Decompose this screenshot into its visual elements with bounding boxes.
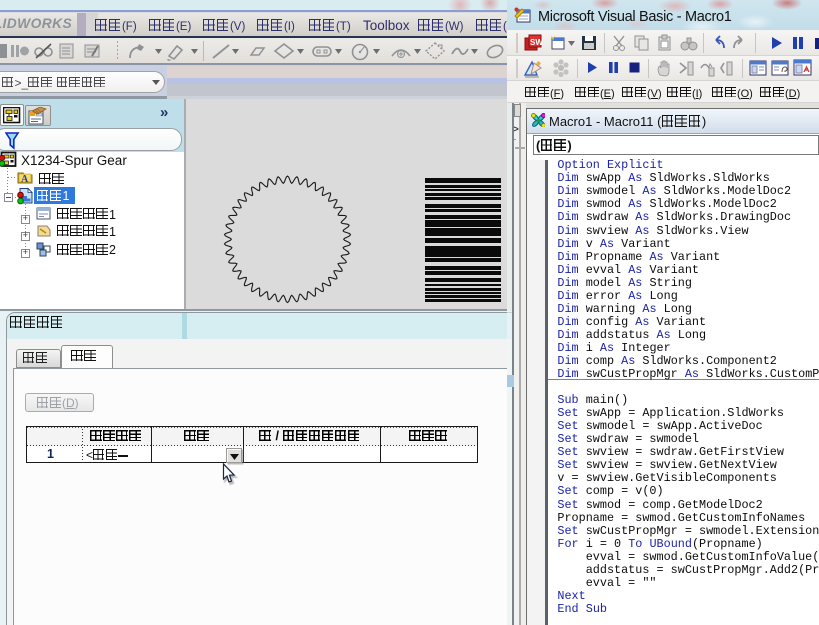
svg-text:A: A (21, 174, 29, 185)
svg-text:SW: SW (530, 38, 543, 47)
